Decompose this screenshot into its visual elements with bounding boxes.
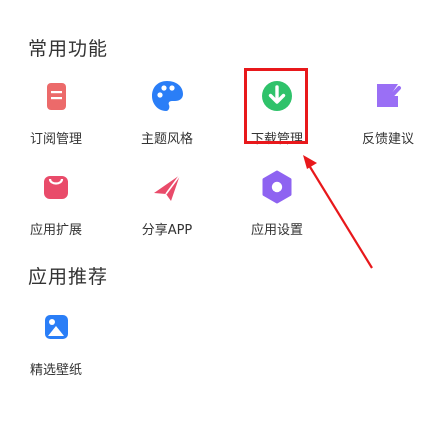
annotation-arrow xyxy=(303,155,373,269)
